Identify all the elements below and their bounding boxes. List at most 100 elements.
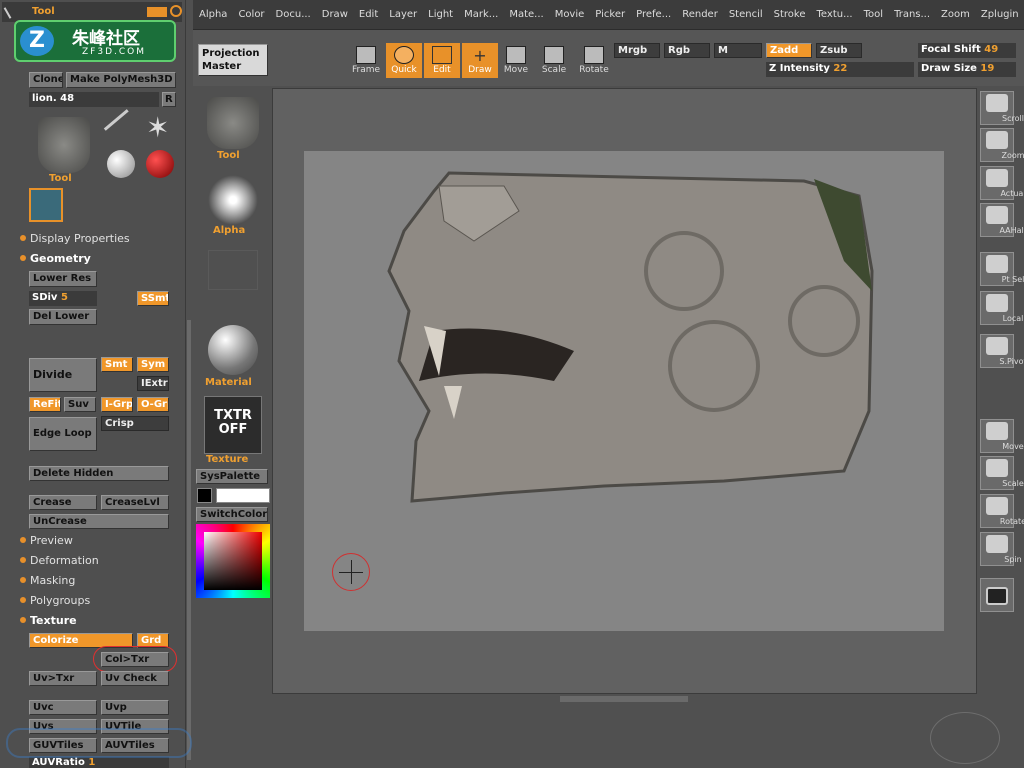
preview-section[interactable]: Preview: [20, 534, 73, 547]
menu-item-movie[interactable]: Movie: [555, 9, 585, 20]
clone-button[interactable]: Clone: [29, 72, 63, 88]
scroll-button[interactable]: Scroll: [980, 91, 1024, 125]
display-properties-section[interactable]: Display Properties: [20, 232, 130, 245]
ssmt-button[interactable]: SSmt: [137, 291, 169, 306]
menu-item-tool[interactable]: Tool: [864, 9, 883, 20]
zsub-button[interactable]: Zsub: [816, 43, 862, 58]
edit-button[interactable]: Edit: [424, 43, 460, 78]
local-button[interactable]: Local: [980, 291, 1023, 325]
menu-item-edit[interactable]: Edit: [359, 9, 378, 20]
creaselvl-slider[interactable]: CreaseLvl: [101, 495, 169, 510]
r-button[interactable]: R: [162, 92, 176, 107]
star-tool-icon[interactable]: ✶: [146, 114, 174, 142]
brush-tool-icon[interactable]: [103, 109, 143, 147]
menu-item-textu[interactable]: Textu...: [817, 9, 853, 20]
texture-section[interactable]: Texture: [20, 614, 77, 627]
move-button[interactable]: Move: [980, 419, 1024, 453]
rgb-button[interactable]: Rgb: [664, 43, 710, 58]
shelf-tool-thumbnail[interactable]: [207, 97, 259, 149]
syspalette-button[interactable]: SysPalette: [196, 469, 268, 484]
ogrp-button[interactable]: O-Grp: [137, 397, 169, 412]
m-button[interactable]: M: [714, 43, 762, 58]
move-tool-button[interactable]: Move: [498, 43, 534, 78]
red-sphere-tool-icon[interactable]: [146, 150, 174, 178]
sdiv-slider[interactable]: SDiv 5: [29, 291, 97, 306]
smt-button[interactable]: Smt: [101, 357, 133, 372]
document-canvas[interactable]: [304, 151, 944, 631]
sphere-tool-icon[interactable]: [107, 150, 135, 178]
uvp-button[interactable]: Uvp: [101, 700, 169, 715]
suv-button[interactable]: Suv: [64, 397, 96, 412]
frame-button[interactable]: Frame: [348, 43, 384, 78]
menu-item-zplugin[interactable]: Zplugin: [981, 9, 1019, 20]
menu-item-stroke[interactable]: Stroke: [774, 9, 806, 20]
make-polymesh-button[interactable]: Make PolyMesh3D: [66, 72, 176, 88]
zoom-button[interactable]: Zoom: [980, 128, 1024, 162]
switchcolor-button[interactable]: SwitchColor: [196, 507, 268, 522]
camera-button[interactable]: [980, 578, 1014, 612]
menu-item-render[interactable]: Render: [682, 9, 718, 20]
rotate-button[interactable]: Rotate: [980, 494, 1024, 528]
menu-item-zoom[interactable]: Zoom: [941, 9, 970, 20]
spin-button[interactable]: Spin: [980, 532, 1022, 566]
uv-txr-button[interactable]: Uv>Txr: [29, 671, 97, 686]
polygroups-section[interactable]: Polygroups: [20, 594, 90, 607]
menu-item-stencil[interactable]: Stencil: [729, 9, 763, 20]
refit-button[interactable]: ReFit: [29, 397, 61, 412]
secondary-color-swatch[interactable]: [216, 488, 270, 503]
texture-thumbnail[interactable]: TXTR OFF: [204, 396, 262, 454]
focal-shift-slider[interactable]: Focal Shift 49: [918, 43, 1016, 58]
color-picker-ring[interactable]: [196, 524, 270, 598]
ptsel-button[interactable]: Pt Sel: [980, 252, 1024, 286]
draw-button[interactable]: + Draw: [462, 43, 498, 78]
menu-item-mark[interactable]: Mark...: [464, 9, 498, 20]
menu-item-prefe[interactable]: Prefe...: [636, 9, 671, 20]
auvratio-slider[interactable]: AUVRatio 1: [29, 757, 169, 768]
zadd-button[interactable]: Zadd: [766, 43, 812, 58]
lower-res-button[interactable]: Lower Res: [29, 271, 97, 287]
actual-button[interactable]: Actual: [980, 166, 1024, 200]
spivot-button[interactable]: S.Pivot: [980, 334, 1024, 368]
menu-item-draw[interactable]: Draw: [322, 9, 348, 20]
igrp-button[interactable]: I-Grp: [101, 397, 133, 412]
mrgb-button[interactable]: Mrgb: [614, 43, 660, 58]
uvc-button[interactable]: Uvc: [29, 700, 97, 715]
scale-button[interactable]: Scale: [980, 456, 1024, 490]
sym-button[interactable]: Sym: [137, 357, 169, 372]
masking-section[interactable]: Masking: [20, 574, 75, 587]
geometry-section[interactable]: Geometry: [20, 252, 91, 265]
bottom-scrollbar[interactable]: [560, 696, 688, 702]
menu-item-color[interactable]: Color: [238, 9, 264, 20]
delete-hidden-button[interactable]: Delete Hidden: [29, 466, 169, 481]
uncrease-button[interactable]: UnCrease: [29, 514, 169, 529]
draw-size-slider[interactable]: Draw Size 19: [918, 62, 1016, 77]
lion-tool-thumbnail[interactable]: [38, 117, 90, 173]
stroke-thumbnail[interactable]: [208, 250, 258, 290]
scale-tool-button[interactable]: Scale: [536, 43, 572, 78]
quick-button[interactable]: Quick: [386, 43, 422, 78]
menu-item-layer[interactable]: Layer: [389, 9, 417, 20]
chevron-down-icon[interactable]: [147, 7, 167, 17]
menu-item-mate[interactable]: Mate...: [509, 9, 543, 20]
menu-item-docu[interactable]: Docu...: [276, 9, 311, 20]
menu-item-light[interactable]: Light: [428, 9, 453, 20]
refresh-icon[interactable]: [170, 5, 182, 17]
iextr-button[interactable]: IExtr: [137, 376, 169, 391]
menu-item-picker[interactable]: Picker: [595, 9, 625, 20]
uv-check-button[interactable]: Uv Check: [101, 671, 169, 686]
alpha-thumbnail[interactable]: [208, 175, 258, 225]
subtool-thumbnail[interactable]: [29, 188, 63, 222]
deformation-section[interactable]: Deformation: [20, 554, 99, 567]
primary-color-swatch[interactable]: [197, 488, 212, 503]
projection-master-button[interactable]: Projection Master: [198, 44, 268, 76]
del-lower-button[interactable]: Del Lower: [29, 309, 97, 325]
crisp-button[interactable]: Crisp: [101, 416, 169, 431]
aahalf-button[interactable]: AAHalf: [980, 203, 1024, 237]
rotate-tool-button[interactable]: Rotate: [576, 43, 612, 78]
edge-loop-button[interactable]: Edge Loop: [29, 417, 97, 451]
material-thumbnail[interactable]: [208, 325, 258, 375]
menu-item-alpha[interactable]: Alpha: [199, 9, 227, 20]
left-panel-scrollbar[interactable]: [187, 320, 191, 760]
color-picker-square[interactable]: [204, 532, 262, 590]
z-intensity-slider[interactable]: Z Intensity 22: [766, 62, 914, 77]
